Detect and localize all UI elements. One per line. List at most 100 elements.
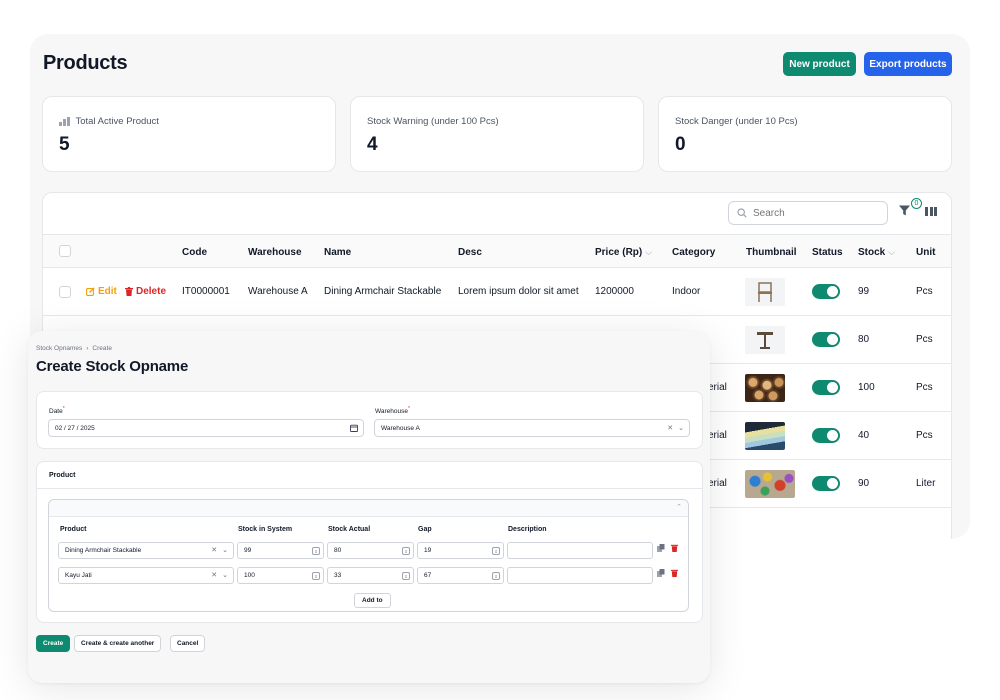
details-section: Date* 02 / 27 / 2025 Warehouse* Warehous… <box>36 391 703 449</box>
status-toggle[interactable] <box>812 284 840 299</box>
copy-icon[interactable] <box>657 544 665 552</box>
calendar-icon[interactable] <box>350 424 358 432</box>
cell-stock: 90 <box>858 478 870 489</box>
product-thumbnail <box>745 422 785 450</box>
column-header-desc[interactable]: Desc <box>458 247 482 258</box>
column-header-stock[interactable]: Stock ⌵ <box>858 247 895 258</box>
filter-count-badge: 0 <box>911 198 922 209</box>
bar-chart-icon <box>59 117 70 126</box>
description-input[interactable] <box>507 567 653 584</box>
column-header-name[interactable]: Name <box>324 247 351 258</box>
stat-card-stock-danger: Stock Danger (under 10 Pcs) 0 <box>658 96 952 172</box>
new-product-button[interactable]: New product <box>783 52 856 76</box>
cell-unit: Pcs <box>916 430 933 441</box>
chevron-down-icon[interactable]: ⌄ <box>678 424 684 432</box>
breadcrumb-stock-opnames[interactable]: Stock Opnames <box>36 345 82 352</box>
page-title: Products <box>43 52 128 74</box>
column-header-price[interactable]: Price (Rp) ⌵ <box>595 247 652 258</box>
product-thumbnail <box>745 374 785 402</box>
chevron-down-icon: ⌵ <box>888 247 896 257</box>
column-header-description: Description <box>508 526 547 533</box>
status-toggle[interactable] <box>812 332 840 347</box>
export-products-button[interactable]: Export products <box>864 52 952 76</box>
chevron-right-icon: › <box>86 345 89 352</box>
breadcrumb: Stock Opnames › Create <box>36 345 112 352</box>
chevron-down-icon[interactable]: ⌄ <box>222 571 228 579</box>
table-row: Edit Delete IT0000001 Warehouse A Dining… <box>43 268 951 316</box>
edit-button[interactable]: Edit <box>86 286 117 297</box>
chevron-down-icon: ⌵ <box>645 247 653 257</box>
cell-stock: 99 <box>858 286 870 297</box>
cell-category: erial <box>708 478 727 489</box>
gap-input[interactable]: 67 ⇕ <box>417 567 504 584</box>
spinner-icon[interactable]: ⇕ <box>492 572 500 580</box>
product-thumbnail <box>745 470 795 498</box>
clear-icon[interactable]: ✕ <box>211 546 217 554</box>
row-checkbox[interactable] <box>59 286 71 298</box>
create-another-button[interactable]: Create & create another <box>74 635 162 652</box>
product-thumbnail <box>745 326 785 354</box>
cell-stock: 40 <box>858 430 870 441</box>
column-header-stock-in-system: Stock in System <box>238 526 293 533</box>
filter-icon[interactable] <box>899 205 910 216</box>
trash-icon[interactable] <box>671 569 678 577</box>
column-header-status[interactable]: Status <box>812 247 843 258</box>
trash-icon <box>125 287 133 296</box>
date-field[interactable]: 02 / 27 / 2025 <box>48 419 364 437</box>
cell-category: erial <box>708 382 727 393</box>
stock-actual-input[interactable]: 33 ⇕ <box>327 567 414 584</box>
create-button[interactable]: Create <box>36 635 71 652</box>
spinner-icon[interactable]: ⇕ <box>402 572 410 580</box>
select-all-checkbox[interactable] <box>59 245 71 257</box>
clear-icon[interactable]: ✕ <box>211 571 217 579</box>
column-header-gap: Gap <box>418 526 432 533</box>
cell-category: Indoor <box>672 286 701 297</box>
clear-icon[interactable]: ✕ <box>667 424 673 432</box>
cell-category: erial <box>708 430 727 441</box>
cell-unit: Pcs <box>916 286 933 297</box>
edit-icon <box>86 287 95 296</box>
spinner-icon[interactable]: ⇕ <box>492 547 500 555</box>
warehouse-select[interactable]: Warehouse A ✕ ⌄ <box>374 419 690 437</box>
add-item-button[interactable]: Add to <box>354 593 391 608</box>
product-select[interactable]: Dining Armchair Stackable ✕ ⌄ <box>58 542 234 559</box>
cell-stock: 80 <box>858 334 870 345</box>
cell-name: Dining Armchair Stackable <box>324 286 442 297</box>
chevron-down-icon[interactable]: ⌄ <box>222 546 228 554</box>
stat-value: 5 <box>59 134 70 155</box>
chevron-up-icon[interactable]: ⌃ <box>676 503 682 511</box>
warehouse-label: Warehouse* <box>375 406 410 416</box>
column-header-thumbnail[interactable]: Thumbnail <box>746 247 797 258</box>
search-input[interactable] <box>753 207 873 219</box>
stat-label: Stock Warning (under 100 Pcs) <box>367 116 499 127</box>
column-header-warehouse[interactable]: Warehouse <box>248 247 302 258</box>
column-header-category[interactable]: Category <box>672 247 715 258</box>
column-header-unit[interactable]: Unit <box>916 247 935 258</box>
cell-unit: Liter <box>916 478 936 489</box>
spinner-icon[interactable]: ⇕ <box>312 547 320 555</box>
spinner-icon[interactable]: ⇕ <box>312 572 320 580</box>
stat-value: 0 <box>675 134 686 155</box>
table-header: Code Warehouse Name Desc Price (Rp) ⌵ Cat… <box>43 234 951 268</box>
column-header-code[interactable]: Code <box>182 247 207 258</box>
description-input[interactable] <box>507 542 653 559</box>
product-section-title: Product <box>49 472 76 479</box>
status-toggle[interactable] <box>812 380 840 395</box>
stock-in-system-input[interactable]: 99 ⇕ <box>237 542 324 559</box>
stock-in-system-input[interactable]: 100 ⇕ <box>237 567 324 584</box>
cell-code: IT0000001 <box>182 286 230 297</box>
cancel-button[interactable]: Cancel <box>170 635 206 652</box>
columns-icon[interactable] <box>925 207 937 216</box>
copy-icon[interactable] <box>657 569 665 577</box>
stat-label: Total Active Product <box>75 116 159 127</box>
gap-input[interactable]: 19 ⇕ <box>417 542 504 559</box>
product-select[interactable]: Kayu Jati ✕ ⌄ <box>58 567 234 584</box>
delete-button[interactable]: Delete <box>125 286 166 297</box>
status-toggle[interactable] <box>812 476 840 491</box>
stock-actual-input[interactable]: 80 ⇕ <box>327 542 414 559</box>
trash-icon[interactable] <box>671 544 678 552</box>
search-field[interactable] <box>728 201 888 225</box>
status-toggle[interactable] <box>812 428 840 443</box>
column-header-stock-actual: Stock Actual <box>328 526 371 533</box>
spinner-icon[interactable]: ⇕ <box>402 547 410 555</box>
